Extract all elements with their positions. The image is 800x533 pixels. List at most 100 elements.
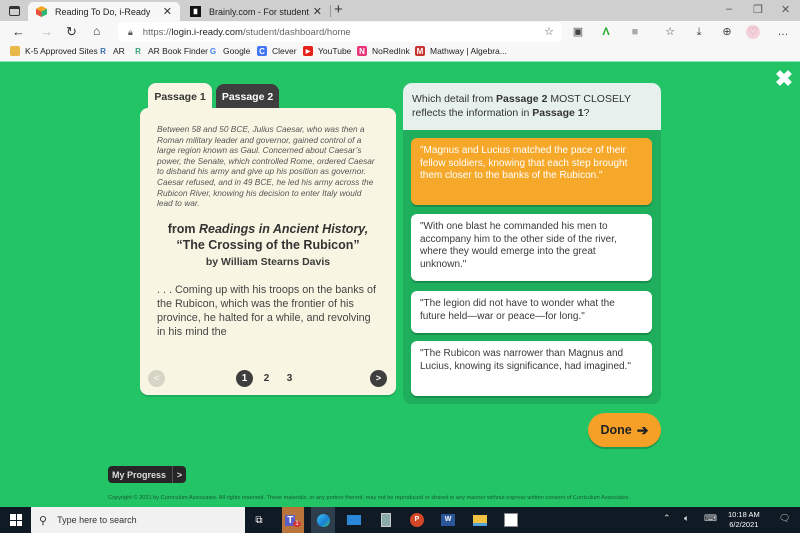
- word-icon[interactable]: W: [439, 511, 457, 529]
- collections-icon[interactable]: ⊕: [720, 25, 734, 39]
- close-tab-icon[interactable]: ✕: [313, 5, 322, 18]
- teams-icon[interactable]: T1: [282, 507, 304, 533]
- tab-actions-button[interactable]: [6, 3, 22, 18]
- bookmark-ar-book-finder[interactable]: R AR Book Finder: [133, 46, 208, 56]
- tab-passage-1[interactable]: Passage 1: [148, 83, 212, 111]
- iready-favicon-icon: [36, 6, 47, 17]
- search-placeholder: Type here to search: [57, 515, 137, 525]
- bookmark-label: Google: [223, 46, 251, 56]
- bookmark-label: AR Book Finder: [148, 46, 208, 56]
- done-button[interactable]: Done ➔: [588, 413, 661, 447]
- mathway-icon: M: [415, 46, 425, 56]
- question-prompt: Which detail from Passage 2 MOST CLOSELY…: [403, 83, 661, 130]
- tab-iready[interactable]: Reading To Do, i-Ready ✕: [28, 2, 180, 21]
- forward-icon[interactable]: →: [40, 24, 53, 39]
- question-emphasis: Passage 2: [496, 93, 548, 105]
- taskbar-search-box[interactable]: ⚲ Type here to search: [31, 507, 245, 533]
- tab-passage-2[interactable]: Passage 2: [216, 84, 279, 110]
- question-panel: Which detail from Passage 2 MOST CLOSELY…: [403, 83, 661, 404]
- show-hidden-icons-icon[interactable]: ⌃: [663, 513, 671, 524]
- done-label: Done: [600, 423, 632, 437]
- teams-badge: 1: [293, 521, 301, 527]
- pocket-extension-icon[interactable]: ▣: [571, 25, 585, 39]
- question-emphasis: Passage 1: [532, 107, 584, 119]
- extension-icon[interactable]: Λ: [599, 25, 613, 39]
- page-2-button[interactable]: 2: [258, 370, 275, 387]
- bookmark-label: AR: [113, 46, 125, 56]
- microsoft-store-icon[interactable]: [502, 511, 520, 529]
- tab-title: Brainly.com - For students. By stu: [209, 6, 309, 17]
- address-bar[interactable]: 🔒︎ https://login.i-ready.com/student/das…: [118, 22, 562, 42]
- keyboard-icon[interactable]: ⌨: [704, 513, 717, 524]
- powerpoint-icon[interactable]: P: [408, 511, 426, 529]
- page-3-button[interactable]: 3: [281, 370, 298, 387]
- refresh-icon[interactable]: ↻: [66, 24, 77, 40]
- back-icon[interactable]: ←: [12, 24, 25, 39]
- add-favorite-icon[interactable]: ☆: [544, 25, 554, 38]
- search-icon: ⚲: [39, 514, 48, 527]
- question-text: Which detail from: [412, 93, 497, 105]
- source-prefix: from: [167, 222, 199, 236]
- edge-browser-icon[interactable]: [311, 507, 335, 533]
- answer-choice-c[interactable]: "The legion did not have to wonder what …: [411, 291, 652, 333]
- bookmark-clever[interactable]: C Clever: [257, 46, 297, 56]
- volume-icon[interactable]: 🔈︎: [684, 513, 689, 524]
- previous-page-button[interactable]: <: [148, 370, 165, 387]
- my-progress-button[interactable]: My Progress >: [108, 466, 186, 483]
- noredink-icon: N: [357, 46, 367, 56]
- tab-brainly[interactable]: Brainly.com - For students. By stu ✕: [182, 2, 330, 21]
- source-book: Readings in Ancient History,: [199, 222, 369, 236]
- clever-icon: C: [257, 46, 267, 56]
- passage-body: . . . Coming up with his troops on the b…: [157, 284, 377, 338]
- file-explorer-icon[interactable]: [471, 511, 489, 529]
- bookmarks-bar: K-5 Approved Sites R AR R AR Book Finder G…: [0, 43, 800, 62]
- more-menu-icon[interactable]: …: [776, 25, 790, 39]
- bookmark-label: K-5 Approved Sites: [25, 46, 98, 56]
- minimize-button[interactable]: –: [726, 3, 732, 15]
- bookmark-noredink[interactable]: N NoRedInk: [357, 46, 410, 56]
- url-path: /student/dashboard/home: [242, 26, 351, 38]
- answer-choice-a[interactable]: "Magnus and Lucius matched the pace of t…: [411, 138, 652, 205]
- bookmark-ar[interactable]: R AR: [98, 46, 125, 56]
- answer-choice-d[interactable]: "The Rubicon was narrower than Magnus an…: [411, 341, 652, 396]
- page-1-button[interactable]: 1: [236, 370, 253, 387]
- arrow-right-icon: ➔: [636, 421, 649, 438]
- brainly-favicon-icon: [190, 6, 201, 17]
- mail-icon[interactable]: [345, 511, 363, 529]
- profile-avatar[interactable]: ♡: [746, 25, 760, 39]
- bookmark-youtube[interactable]: ▶ YouTube: [303, 46, 351, 56]
- bookmark-google[interactable]: G Google: [208, 46, 251, 56]
- restore-button[interactable]: ❐: [753, 3, 763, 16]
- my-progress-label: My Progress: [112, 469, 167, 480]
- folder-icon: [10, 46, 20, 56]
- close-tab-icon[interactable]: ✕: [163, 5, 172, 18]
- new-tab-button[interactable]: +: [334, 1, 343, 18]
- passage-source: from Readings in Ancient History, “The C…: [148, 221, 388, 270]
- favorites-icon[interactable]: ☆: [663, 25, 677, 39]
- calculator-icon[interactable]: [377, 511, 395, 529]
- task-view-icon[interactable]: ⧉: [250, 511, 268, 529]
- home-icon[interactable]: ⌂: [93, 24, 100, 38]
- next-page-button[interactable]: >: [370, 370, 387, 387]
- system-clock[interactable]: 10:18 AM 6/2/2021: [728, 510, 760, 530]
- windows-start-icon[interactable]: [10, 514, 22, 526]
- downloads-icon[interactable]: ⤓: [692, 25, 706, 39]
- bookmark-label: YouTube: [318, 46, 352, 56]
- url-host: login.i-ready.com: [171, 26, 243, 38]
- browser-tab-bar: Reading To Do, i-Ready ✕ Brainly.com - F…: [0, 0, 800, 21]
- bookmark-mathway[interactable]: M Mathway | Algebra...: [415, 46, 507, 56]
- extension-grey-icon[interactable]: ■: [628, 25, 642, 39]
- close-window-button[interactable]: ✕: [781, 3, 790, 16]
- close-lesson-button[interactable]: ✖: [773, 68, 795, 90]
- source-title: “The Crossing of the Rubicon”: [176, 238, 360, 252]
- source-author: by William Stearns Davis: [205, 256, 331, 268]
- passage-panel: Between 58 and 50 BCE, Julius Caesar, wh…: [140, 108, 396, 395]
- bookmark-k5-sites[interactable]: K-5 Approved Sites: [10, 46, 98, 56]
- action-center-icon[interactable]: 🗨︎: [779, 513, 790, 524]
- copyright-notice: Copyright © 2021 by Curriculum Associate…: [108, 495, 630, 501]
- bookmark-label: Mathway | Algebra...: [430, 46, 507, 56]
- answer-choice-b[interactable]: "With one blast he commanded his men to …: [411, 214, 652, 281]
- clock-date: 6/2/2021: [729, 520, 759, 529]
- youtube-icon: ▶: [303, 46, 313, 56]
- tab-actions-icon: [8, 5, 20, 16]
